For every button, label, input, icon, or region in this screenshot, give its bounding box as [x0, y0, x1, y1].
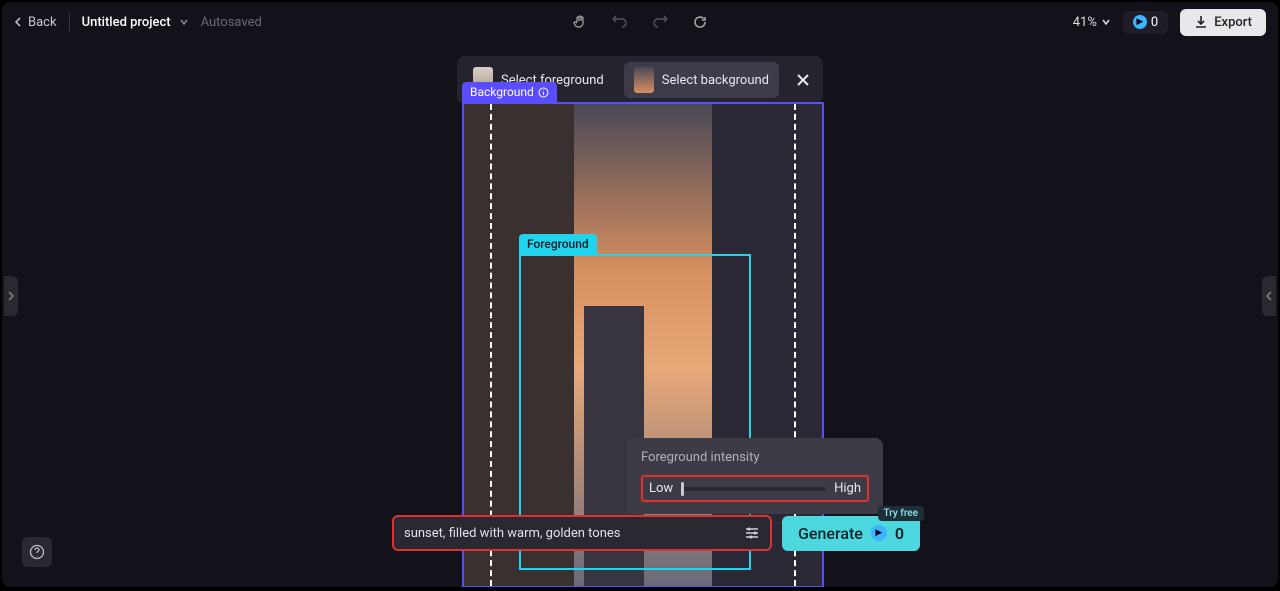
intensity-slider[interactable] [681, 487, 826, 491]
credits-pill[interactable]: ▶ 0 [1123, 11, 1168, 34]
redo-icon [652, 14, 668, 30]
help-icon [29, 544, 45, 560]
top-bar: Back Untitled project Autosaved 41% [2, 2, 1278, 42]
close-icon [796, 73, 810, 87]
download-icon [1194, 15, 1208, 29]
generate-label: Generate [798, 524, 863, 543]
chevron-down-icon [1101, 17, 1111, 27]
chevron-down-icon [179, 17, 189, 27]
prompt-bar: sunset, filled with warm, golden tones T… [392, 515, 920, 551]
select-background-label: Select background [662, 73, 769, 88]
sliders-icon [744, 525, 760, 541]
background-thumb [634, 67, 654, 93]
refresh-icon [692, 14, 708, 30]
hand-tool-button[interactable] [569, 11, 591, 33]
prompt-settings-button[interactable] [744, 525, 760, 541]
undo-button[interactable] [609, 11, 631, 33]
zoom-control[interactable]: 41% [1073, 15, 1111, 30]
help-button[interactable] [22, 537, 52, 567]
center-tools [569, 11, 711, 33]
select-background-button[interactable]: Select background [624, 62, 779, 98]
generate-credit-count: 0 [895, 524, 904, 543]
refresh-button[interactable] [689, 11, 711, 33]
zoom-value: 41% [1073, 15, 1097, 30]
prompt-input[interactable]: sunset, filled with warm, golden tones [392, 515, 772, 551]
back-label: Back [28, 15, 57, 30]
prompt-text: sunset, filled with warm, golden tones [404, 526, 736, 541]
foreground-intensity-popup: Foreground intensity Low High [627, 438, 883, 514]
intensity-slider-handle[interactable] [681, 482, 684, 496]
credit-icon: ▶ [871, 525, 887, 541]
intensity-low-label: Low [649, 481, 673, 496]
project-name: Untitled project [82, 15, 171, 30]
right-tools: 41% ▶ 0 Export [1073, 9, 1266, 36]
hand-icon [572, 14, 588, 30]
project-selector[interactable]: Untitled project [82, 15, 189, 30]
chevron-left-icon [1265, 291, 1273, 301]
chevron-left-icon [14, 17, 24, 27]
autosaved-status: Autosaved [201, 15, 262, 30]
generate-button[interactable]: Try free Generate ▶ 0 [782, 516, 920, 551]
info-icon [538, 87, 549, 98]
credits-value: 0 [1151, 15, 1158, 30]
intensity-slider-row: Low High [641, 475, 869, 502]
intensity-title: Foreground intensity [641, 450, 869, 465]
credit-icon: ▶ [1133, 15, 1147, 29]
background-label-chip: Background [462, 82, 557, 102]
foreground-label: Foreground [519, 234, 597, 254]
try-free-badge: Try free [878, 506, 924, 521]
export-button[interactable]: Export [1180, 9, 1266, 36]
back-button[interactable]: Back [14, 15, 57, 30]
right-panel-toggle[interactable] [1262, 276, 1276, 316]
intensity-high-label: High [834, 481, 861, 496]
chevron-right-icon [7, 291, 15, 301]
redo-button[interactable] [649, 11, 671, 33]
undo-icon [612, 14, 628, 30]
divider [69, 13, 70, 31]
close-mode-button[interactable] [789, 66, 817, 94]
background-label: Background [470, 85, 534, 99]
export-label: Export [1214, 15, 1252, 30]
left-panel-toggle[interactable] [4, 276, 18, 316]
